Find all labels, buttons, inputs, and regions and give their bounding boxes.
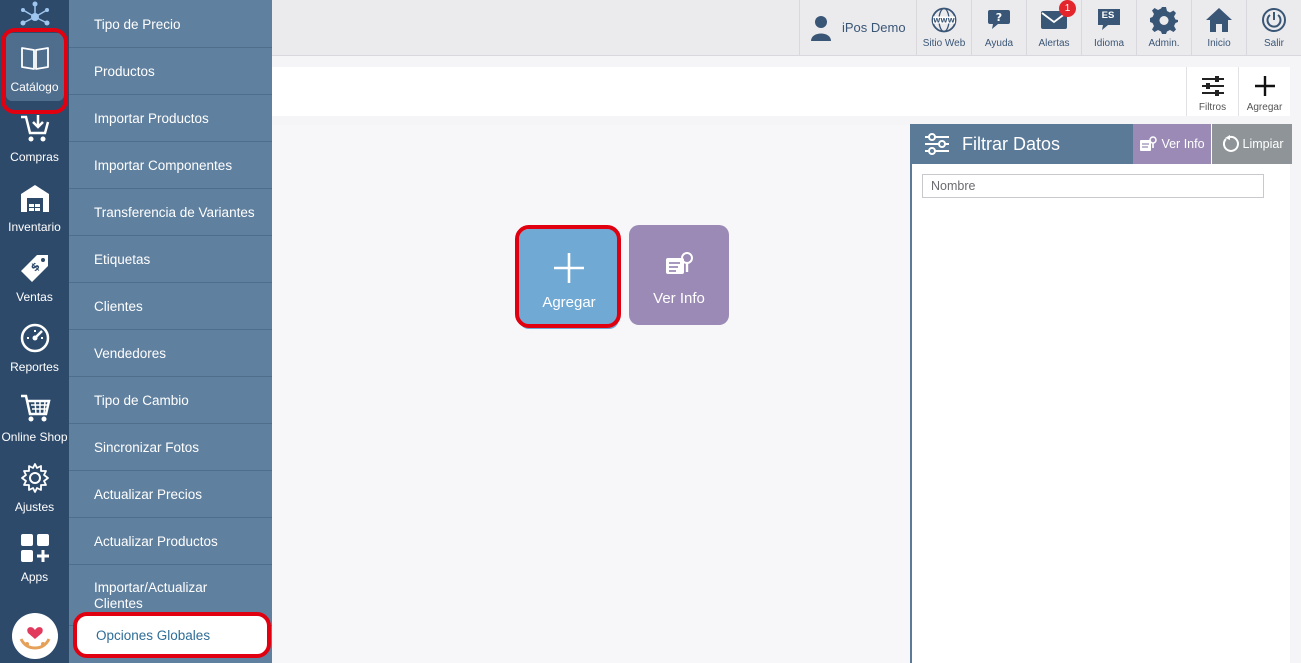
inicio-button[interactable]: Inicio (1191, 0, 1246, 55)
alertas-button[interactable]: 1 Alertas (1026, 0, 1081, 55)
user-icon (811, 15, 831, 41)
rail-item-inventario[interactable]: Inventario (0, 172, 69, 242)
button-label: Ver Info (1161, 137, 1205, 151)
shopping-cart-icon (19, 392, 51, 424)
rail-item-compras[interactable]: Compras (0, 102, 69, 172)
power-icon (1260, 6, 1288, 34)
highlight-outline (515, 225, 621, 328)
button-label: Sitio Web (922, 38, 966, 49)
rail-item-ajustes[interactable]: Ajustes (0, 452, 69, 522)
apps-grid-icon (19, 532, 51, 564)
toolbar-agregar-button[interactable]: Agregar (1238, 67, 1290, 116)
button-label: Ayuda (984, 38, 1014, 49)
submenu-item-opciones-globales[interactable]: Opciones Globales (73, 612, 271, 658)
submenu-item-sincronizar-fotos[interactable]: Sincronizar Fotos (69, 425, 272, 471)
globe-www-icon: WWW (930, 6, 958, 34)
gauge-icon (19, 322, 51, 354)
gear-icon (19, 462, 51, 494)
submenu-item-actualizar-productos[interactable]: Actualizar Productos (69, 519, 272, 565)
main-content: Agregar Ver Info (272, 125, 910, 663)
catalog-submenu: Tipo de Precio Productos Importar Produc… (69, 0, 272, 663)
button-label: Filtros (1198, 102, 1227, 113)
info-card-icon (1140, 136, 1158, 151)
sliders-icon (1200, 73, 1226, 99)
submenu-item-transferencia-de-variantes[interactable]: Transferencia de Variantes (69, 190, 272, 236)
page-toolbar: Filtros Agregar (272, 67, 1290, 116)
filter-limpiar-button[interactable]: Limpiar (1212, 124, 1292, 164)
button-label: Inicio (1207, 38, 1231, 49)
rail-label: Compras (10, 150, 59, 164)
button-label: Idioma (1093, 38, 1124, 49)
rail-label: Ajustes (14, 500, 55, 514)
submenu-item-tipo-de-precio[interactable]: Tipo de Precio (69, 2, 272, 48)
filter-title-bar: Filtrar Datos (912, 124, 1133, 164)
gear-icon (1150, 6, 1178, 34)
submenu-item-productos[interactable]: Productos (69, 49, 272, 95)
button-label: Ver Info (653, 289, 705, 307)
rail-item-online-shop[interactable]: Online Shop (0, 382, 69, 452)
submenu-item-vendedores[interactable]: Vendedores (69, 331, 272, 377)
plus-icon (1252, 73, 1278, 99)
filter-panel: Filtrar Datos Ver Info Limpiar (910, 124, 1292, 663)
nombre-filter-input[interactable] (922, 174, 1264, 198)
sitio-web-button[interactable]: WWW Sitio Web (916, 0, 971, 55)
main-nav-rail: Catálogo Compras Inventario $ Ventas Rep… (0, 0, 69, 663)
button-label: Limpiar (1242, 137, 1284, 151)
rail-label: Apps (20, 570, 49, 584)
rail-label: Reportes (10, 360, 59, 374)
alert-count-badge: 1 (1059, 0, 1076, 17)
salir-button[interactable]: Salir (1246, 0, 1301, 55)
rail-label: Inventario (8, 220, 61, 234)
filter-ver-info-button[interactable]: Ver Info (1133, 124, 1211, 164)
filtros-button[interactable]: Filtros (1186, 67, 1238, 116)
button-label: Admin. (1148, 38, 1180, 49)
top-header: iPos Demo WWW Sitio Web ? Ayuda 1 Alerta… (272, 0, 1301, 56)
language-code: ES (1101, 10, 1115, 21)
help-bubble-icon: ? (985, 6, 1013, 34)
button-label: Alertas (1038, 38, 1070, 49)
language-icon: ES (1095, 6, 1123, 34)
rail-label: Ventas (16, 290, 53, 304)
info-card-icon (659, 244, 699, 284)
price-tag-icon: $ (19, 252, 51, 284)
filter-header: Filtrar Datos Ver Info Limpiar (912, 124, 1292, 164)
admin-button[interactable]: Admin. (1136, 0, 1191, 55)
warehouse-icon (19, 182, 51, 214)
user-menu[interactable]: iPos Demo (799, 0, 917, 55)
submenu-item-clientes[interactable]: Clientes (69, 284, 272, 330)
svg-text:?: ? (996, 11, 1002, 24)
submenu-item-label: Importar/Actualizar Clientes (94, 579, 208, 611)
home-icon (1205, 6, 1233, 34)
submenu-item-importar-productos[interactable]: Importar Productos (69, 96, 272, 142)
button-label: Salir (1263, 38, 1284, 49)
idioma-button[interactable]: ES Idioma (1081, 0, 1136, 55)
rail-item-apps[interactable]: Apps (0, 522, 69, 592)
network-icon[interactable] (0, 0, 69, 30)
user-name: iPos Demo (842, 20, 906, 35)
rail-item-ventas[interactable]: $ Ventas (0, 242, 69, 312)
mail-icon: 1 (1040, 0, 1076, 34)
ver-info-button[interactable]: Ver Info (629, 225, 729, 325)
button-label: Agregar (1246, 102, 1283, 113)
reset-icon (1222, 135, 1239, 152)
rail-label: Online Shop (1, 430, 68, 444)
filter-title: Filtrar Datos (962, 133, 1061, 154)
ayuda-button[interactable]: ? Ayuda (971, 0, 1026, 55)
submenu-item-etiquetas[interactable]: Etiquetas (69, 237, 272, 283)
submenu-item-importar-componentes[interactable]: Importar Componentes (69, 143, 272, 189)
rail-item-reportes[interactable]: Reportes (0, 312, 69, 382)
submenu-item-actualizar-precios[interactable]: Actualizar Precios (69, 472, 272, 518)
cart-plus-icon (19, 112, 51, 144)
svg-text:WWW: WWW (933, 17, 955, 25)
sliders-icon (925, 133, 949, 155)
submenu-item-tipo-de-cambio[interactable]: Tipo de Cambio (69, 378, 272, 424)
brand-logo (12, 613, 58, 659)
